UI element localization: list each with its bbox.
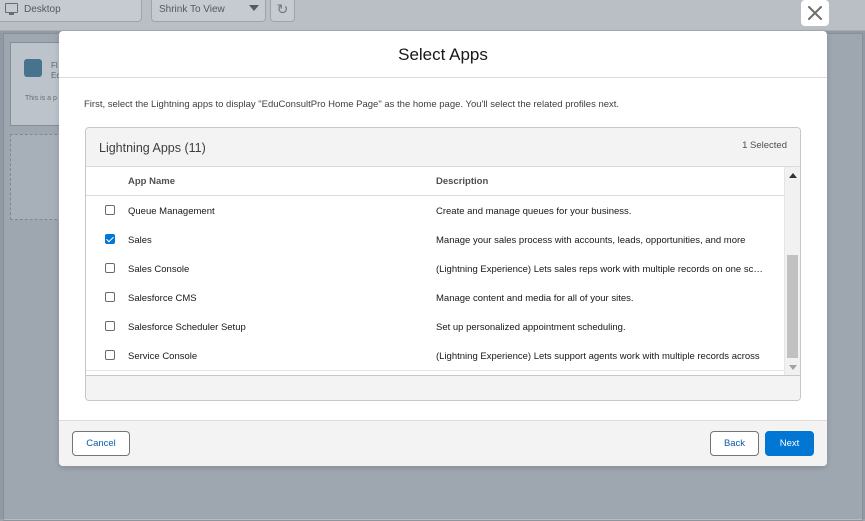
table-row[interactable]: Sales Manage your sales process with acc… [86,225,784,255]
row-checkbox[interactable] [105,263,115,273]
column-header-description[interactable]: Description [436,176,488,187]
close-modal-button[interactable] [801,0,829,26]
row-checkbox[interactable] [105,234,115,244]
modal-header: Select Apps [59,31,827,78]
app-name-cell: Sales Console [128,264,190,275]
instructions-text: First, select the Lightning apps to disp… [84,99,620,110]
scroll-down-arrow-icon[interactable] [789,365,797,370]
scroll-up-arrow-icon[interactable] [789,173,797,178]
modal-footer: Cancel Back Next [59,420,827,466]
lightning-apps-card: Lightning Apps (11) 1 Selected App Name … [85,127,801,401]
apps-table: App Name Description Queue Management Cr… [86,167,784,375]
cancel-button[interactable]: Cancel [72,431,130,456]
table-row[interactable]: Sales Console (Lightning Experience) Let… [86,254,784,284]
column-header-app-name[interactable]: App Name [128,176,175,187]
row-checkbox[interactable] [105,350,115,360]
description-cell: Manage your sales process with accounts,… [436,235,746,246]
card-title: Lightning Apps (11) [99,141,206,155]
description-cell: (Lightning Experience) Lets support agen… [436,351,760,362]
description-cell: (Lightning Experience) Lets sales reps w… [436,264,766,275]
modal-title: Select Apps [398,45,488,64]
app-name-cell: Service Console [128,351,198,362]
next-button[interactable]: Next [765,431,814,456]
app-name-cell: Salesforce CMS [128,293,197,304]
row-checkbox[interactable] [105,205,115,215]
table-row[interactable]: Service Console (Lightning Experience) L… [86,341,784,371]
select-apps-modal: Select Apps First, select the Lightning … [59,31,827,466]
close-icon [808,6,822,20]
card-footer [86,375,800,400]
selected-count: 1 Selected [742,140,787,151]
app-name-cell: Sales [128,235,152,246]
scroll-thumb[interactable] [787,255,798,358]
description-cell: Set up personalized appointment scheduli… [436,322,626,333]
table-row[interactable]: Salesforce Scheduler Setup Set up person… [86,312,784,342]
app-name-cell: Salesforce Scheduler Setup [128,322,246,333]
description-cell: Create and manage queues for your busine… [436,206,632,217]
row-checkbox[interactable] [105,292,115,302]
table-header: App Name Description [86,167,784,196]
table-scrollbar[interactable] [784,167,800,375]
card-header: Lightning Apps (11) 1 Selected [86,128,800,167]
description-cell: Manage content and media for all of your… [436,293,634,304]
app-name-cell: Queue Management [128,206,215,217]
modal-body: First, select the Lightning apps to disp… [59,78,827,420]
row-checkbox[interactable] [105,321,115,331]
table-row[interactable]: Salesforce CMS Manage content and media … [86,283,784,313]
back-button[interactable]: Back [710,431,759,456]
table-row[interactable]: Queue Management Create and manage queue… [86,196,784,226]
